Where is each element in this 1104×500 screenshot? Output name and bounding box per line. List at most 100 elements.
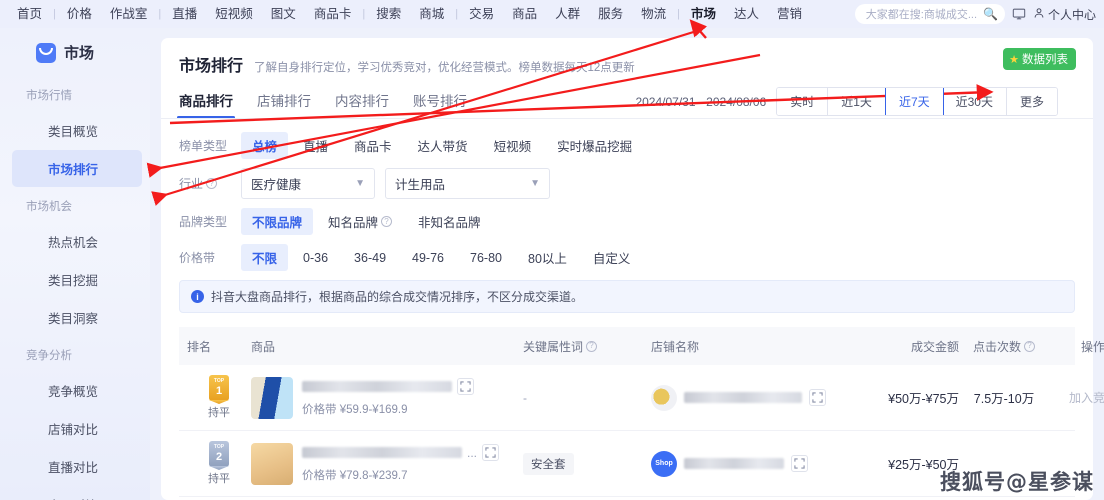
main-content: 市场排行 了解自身排行定位，学习优秀竞对，优化经营模式。榜单数据每天12点更新 … — [150, 28, 1104, 500]
watermark: 搜狐号@星参谋 — [940, 470, 1094, 494]
nav-item-1[interactable]: 价格 — [58, 0, 101, 28]
cell-clicks: 7.5万-10万 — [973, 392, 1035, 406]
rank-type-chip-label: 商品卡 — [354, 140, 392, 154]
nav-separator: | — [677, 8, 681, 20]
expand-icon[interactable] — [482, 444, 500, 461]
nav-item-5[interactable]: 图文 — [262, 0, 305, 28]
range-button-3[interactable]: 近30天 — [942, 88, 1007, 115]
info-icon: i — [191, 290, 204, 303]
nav-item-2[interactable]: 作战室 — [101, 0, 157, 28]
range-button-4[interactable]: 更多 — [1006, 88, 1057, 115]
sidebar-item-1-0[interactable]: 热点机会 — [12, 223, 142, 260]
monitor-icon[interactable] — [1012, 7, 1026, 21]
expand-icon[interactable] — [791, 455, 808, 472]
industry-secondary-select[interactable]: 计生用品 ▼ — [385, 168, 550, 199]
filter-row-price-band: 价格带 不限 0-36 36-49 49-76 76-80 80以上 自定义 — [179, 244, 1075, 271]
price-band-chip-label: 49-76 — [412, 250, 445, 265]
search-icon[interactable]: 🔍 — [983, 7, 998, 21]
sidebar-item-2-0[interactable]: 竞争概览 — [12, 372, 142, 409]
sidebar-item-0-0[interactable]: 类目概览 — [12, 112, 142, 149]
table-row[interactable]: TOP 1 持平 价格带 ¥59.9-¥169.9 - ¥50万-¥75万 7.5万-10万… — [179, 365, 1104, 431]
nav-item-13[interactable]: 物流 — [632, 0, 675, 28]
help-icon[interactable]: ? — [206, 178, 218, 189]
price-band-chip-5[interactable]: 80以上 — [517, 244, 578, 271]
nav-separator: | — [158, 8, 162, 20]
nav-item-16[interactable]: 营销 — [768, 0, 811, 28]
rank-number: 1 — [215, 385, 223, 397]
price-band-chip-label: 不限 — [252, 252, 278, 266]
nav-item-11[interactable]: 人群 — [546, 0, 589, 28]
industry-primary-select[interactable]: 医疗健康 ▼ — [241, 168, 375, 199]
data-list-button[interactable]: ★ 数据列表 — [1003, 48, 1076, 70]
nav-item-8[interactable]: 商城 — [410, 0, 453, 28]
range-button-2[interactable]: 近7天 — [884, 88, 944, 115]
help-icon[interactable]: ? — [1024, 340, 1035, 352]
sidebar-group-title: 市场行情 — [26, 90, 72, 102]
brand-type-chip-0[interactable]: 不限品牌 — [241, 208, 314, 235]
nav-item-3[interactable]: 直播 — [163, 0, 206, 28]
tab-1[interactable]: 店铺排行 — [257, 90, 311, 119]
sidebar-item-0-1[interactable]: 市场排行 — [12, 150, 142, 187]
rank-type-chip-3[interactable]: 达人带货 — [407, 132, 479, 159]
market-bag-icon — [36, 42, 56, 63]
brand-type-chip-2[interactable]: 非知名品牌 — [407, 208, 492, 235]
expand-icon[interactable] — [809, 389, 826, 406]
sidebar-item-1-2[interactable]: 类目洞察 — [12, 299, 142, 336]
nav-item-10[interactable]: 商品 — [503, 0, 546, 28]
tab-3[interactable]: 账号排行 — [413, 90, 467, 119]
cell-shop: Shop — [651, 450, 861, 477]
nav-item-14[interactable]: 市场 — [682, 0, 725, 28]
rank-type-chip-2[interactable]: 商品卡 — [343, 132, 403, 159]
nav-item-0[interactable]: 首页 — [8, 0, 51, 28]
table-header-row: 排名 商品 关键属性词? 店铺名称 成交金额 点击次数? 操作 — [179, 327, 1104, 365]
help-icon[interactable]: ? — [381, 216, 393, 227]
user-center-button[interactable]: 个人中心 — [1033, 6, 1100, 23]
nav-item-9[interactable]: 交易 — [460, 0, 503, 28]
price-band-chip-6[interactable]: 自定义 — [582, 244, 642, 271]
sidebar-item-2-3[interactable]: 商品对比 — [12, 486, 142, 500]
range-button-0[interactable]: 实时 — [777, 88, 829, 115]
nav-item-4[interactable]: 短视频 — [206, 0, 262, 28]
nav-item-6[interactable]: 商品卡 — [305, 0, 361, 28]
price-band-chip-0[interactable]: 不限 — [241, 244, 289, 271]
help-icon[interactable]: ? — [586, 340, 598, 352]
chevron-down-icon: ▼ — [355, 178, 365, 189]
table-column-header-3: 店铺名称 — [651, 338, 861, 355]
info-banner-text: 抖音大盘商品排行，根据商品的综合成交情况排序，不区分成交渠道。 — [211, 290, 584, 304]
shop-avatar: Shop — [651, 450, 677, 477]
nav-item-7[interactable]: 搜索 — [367, 0, 410, 28]
tab-list: 商品排行 店铺排行 内容排行 账号排行 — [177, 90, 467, 119]
rank-type-chip-4[interactable]: 短视频 — [483, 132, 543, 159]
column-header-label: 点击次数 — [972, 339, 1021, 354]
filter-row-industry: 行业 ? 医疗健康 ▼ 计生用品 ▼ — [179, 168, 1075, 199]
rank-type-chip-1[interactable]: 直播 — [292, 132, 339, 159]
nav-separator: | — [362, 8, 366, 20]
price-band-chip-3[interactable]: 49-76 — [401, 244, 455, 271]
top-nav-items: 首页 | 价格 作战室 | 直播 短视频 图文 商品卡 | 搜索 商城 | 交易 商品 人群 服务 物流 | 市场 达人… — [0, 0, 811, 28]
page-subtitle: 了解自身排行定位，学习优秀竞对，优化经营模式。榜单数据每天12点更新 — [254, 62, 635, 74]
sidebar-item-2-2[interactable]: 直播对比 — [12, 448, 142, 485]
sidebar-item-2-1[interactable]: 店铺对比 — [12, 410, 142, 447]
rank-type-chip-0[interactable]: 总榜 — [241, 132, 289, 159]
nav-item-15[interactable]: 达人 — [725, 0, 768, 28]
add-competitor-button[interactable]: 加入竞对 — [1069, 391, 1104, 405]
sidebar-item-1-1[interactable]: 类目挖掘 — [12, 261, 142, 298]
range-button-1[interactable]: 近1天 — [828, 88, 886, 115]
rank-type-chip-5[interactable]: 实时爆品挖掘 — [546, 132, 643, 159]
nav-item-12[interactable]: 服务 — [589, 0, 632, 28]
tab-0[interactable]: 商品排行 — [177, 90, 235, 119]
global-search-input[interactable]: 大家都在搜:商城成交... 🔍 — [854, 4, 1005, 24]
price-band-chip-4[interactable]: 76-80 — [459, 244, 513, 271]
star-icon: ★ — [1009, 53, 1019, 66]
tab-2[interactable]: 内容排行 — [335, 90, 389, 119]
date-range-picker[interactable]: 2024/07/31 - 2024/08/06 — [635, 95, 766, 109]
price-band-chip-1[interactable]: 0-36 — [292, 244, 339, 271]
product-price-range: 价格带 ¥79.8-¥239.7 — [302, 470, 408, 482]
rank-trend: 持平 — [208, 473, 230, 485]
expand-icon[interactable] — [457, 378, 474, 395]
rank-type-chip-label: 达人带货 — [417, 140, 468, 154]
brand-type-chip-1[interactable]: 知名品牌? — [317, 208, 403, 235]
rank-top-label: TOP — [213, 444, 225, 450]
sidebar: 市场 市场行情 类目概览 市场排行 市场机会 热点机会 类目挖掘 类目洞察 竞争分析 竞争概览店… — [0, 28, 150, 500]
price-band-chip-2[interactable]: 36-49 — [343, 244, 397, 271]
